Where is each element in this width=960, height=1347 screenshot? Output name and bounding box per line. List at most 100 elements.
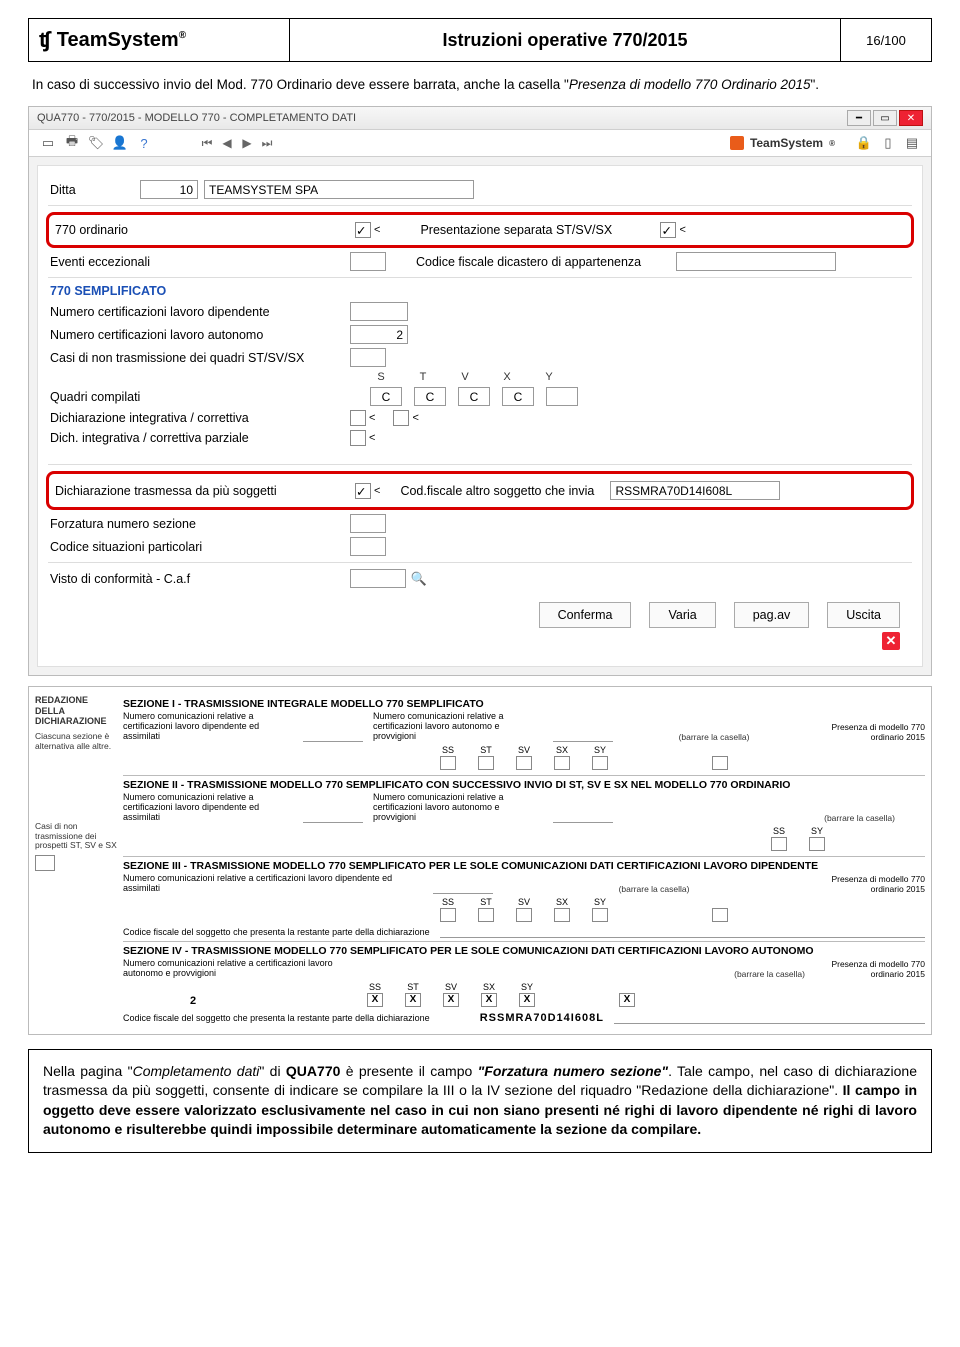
close-button[interactable]: ✕ [899,110,923,126]
intro-italic: Presenza di modello 770 Ordinario 2015 [569,77,811,92]
s2-field-a[interactable] [303,812,363,823]
close-panel-button[interactable]: ✕ [882,632,900,650]
field-quadro-s[interactable]: C [370,387,402,406]
label-eventi-eccezionali: Eventi eccezionali [50,255,350,269]
s1-field-b[interactable] [553,731,613,742]
prev-icon[interactable]: ◀ [219,135,235,151]
field-casi-non-trasm[interactable] [350,348,386,367]
user-icon[interactable]: 👤 [111,134,129,152]
s3-sx[interactable] [554,908,570,922]
s3-sv[interactable] [516,908,532,922]
s1-sx[interactable] [554,756,570,770]
window-titlebar: QUA770 - 770/2015 - MODELLO 770 - COMPLE… [29,107,931,130]
window-controls: ━ ▭ ✕ [847,110,923,126]
s3-st[interactable] [478,908,494,922]
field-ditta-name[interactable]: TEAMSYSTEM SPA [204,180,474,199]
next-icon[interactable]: ▶ [239,135,255,151]
field-quadro-y[interactable] [546,387,578,406]
field-num-cert-aut[interactable]: 2 [350,325,408,344]
s4-sy[interactable]: X [519,993,535,1007]
s3-codfisc-field[interactable] [440,927,925,938]
field-quadro-t[interactable]: C [414,387,446,406]
checkbox-pres-separata[interactable]: ✓ [660,222,676,238]
label-dich-parziale: Dich. integrativa / correttiva parziale [50,431,350,445]
s1-sv[interactable] [516,756,532,770]
sezione-4-title: SEZIONE IV - TRASMISSIONE MODELLO 770 SE… [123,941,925,957]
s1-field-a[interactable] [303,731,363,742]
casi-left-checkbox[interactable] [35,855,55,871]
checkbox-dich-int-1[interactable] [350,410,366,426]
checkbox-dich-parz[interactable] [350,430,366,446]
s1-sy[interactable] [592,756,608,770]
card-icon[interactable]: ▭ [39,134,57,152]
sheet-icon[interactable]: ▤ [903,134,921,152]
minimize-button[interactable]: ━ [847,110,871,126]
s3-pres-box[interactable] [712,908,728,922]
field-codfisc-altro[interactable]: RSSMRA70D14I608L [610,481,780,500]
maximize-button[interactable]: ▭ [873,110,897,126]
app-brand: TeamSystem® [730,136,835,150]
checkbox-770-ordinario[interactable]: ✓ [355,222,371,238]
label-num-cert-aut: Numero certificazioni lavoro autonomo [50,328,350,342]
s4-sx[interactable]: X [481,993,497,1007]
logo-mark-icon: ʧ [39,27,51,53]
field-forzatura[interactable] [350,514,386,533]
checkbox-dich-trasmessa[interactable]: ✓ [355,483,371,499]
field-num-cert-dip[interactable] [350,302,408,321]
button-varia[interactable]: Varia [649,602,715,628]
s4-col: Numero comunicazioni relative a certific… [123,959,373,979]
last-icon[interactable]: ⏭ [259,135,275,151]
s1-col-a: Numero comunicazioni relative a certific… [123,712,293,742]
sezione-1-title: SEZIONE I - TRASMISSIONE INTEGRALE MODEL… [123,698,925,710]
window-title: QUA770 - 770/2015 - MODELLO 770 - COMPLE… [37,112,356,124]
casi-left-label: Casi di non trasmissione dei prospetti S… [35,822,119,851]
button-conferma[interactable]: Conferma [539,602,632,628]
field-codfisc-dicastero[interactable] [676,252,836,271]
s3-field[interactable] [433,883,493,894]
teamsystem-logo: ʧ TeamSystem [39,27,186,53]
s1-pres-box[interactable] [712,756,728,770]
label-forzatura: Forzatura numero sezione [50,517,350,531]
form-screenshot-2: REDAZIONE DELLA DICHIARAZIONE Ciascuna s… [28,686,932,1034]
sezione-2-title: SEZIONE II - TRASMISSIONE MODELLO 770 SE… [123,775,925,791]
lock-icon[interactable]: 🔒 [855,134,873,152]
field-quadro-v[interactable]: C [458,387,490,406]
tag-icon[interactable]: 🏷 [87,134,105,152]
field-quadro-x[interactable]: C [502,387,534,406]
button-uscita[interactable]: Uscita [827,602,900,628]
s3-ss[interactable] [440,908,456,922]
form-panel: Ditta 10 TEAMSYSTEM SPA 770 ordinario ✓<… [37,165,923,667]
s4-pres-box[interactable]: X [619,993,635,1007]
redazione-title: REDAZIONE DELLA DICHIARAZIONE [35,695,119,726]
callout-box: Nella pagina "Completamento dati" di QUA… [28,1049,932,1153]
field-visto[interactable] [350,569,406,588]
label-casi-non-trasm: Casi di non trasmissione dei quadri ST/S… [50,351,350,365]
field-ditta-number[interactable]: 10 [140,180,198,199]
checkbox-dich-int-2[interactable] [393,410,409,426]
s4-value: 2 [123,995,263,1007]
letters-row: S T V X Y [370,371,910,383]
page-icon[interactable]: ▯ [879,134,897,152]
s2-ss[interactable] [771,837,787,851]
s4-ss[interactable]: X [367,993,383,1007]
first-icon[interactable]: ⏮ [199,135,215,151]
s4-sv[interactable]: X [443,993,459,1007]
label-codfisc-altro: Cod.fiscale altro soggetto che invia [400,484,610,498]
label-quadri-compilati: Quadri compilati [50,390,350,404]
field-eventi[interactable] [350,252,386,271]
s1-st[interactable] [478,756,494,770]
s2-field-b[interactable] [553,812,613,823]
print-icon[interactable]: 🖶 [63,134,81,152]
button-pag-av[interactable]: pag.av [734,602,810,628]
s4-st[interactable]: X [405,993,421,1007]
s3-sy[interactable] [592,908,608,922]
label-num-cert-dip: Numero certificazioni lavoro dipendente [50,305,350,319]
section-770-semplificato: 770 SEMPLIFICATO [50,284,910,298]
s2-sy[interactable] [809,837,825,851]
field-cod-situazioni[interactable] [350,537,386,556]
help-icon[interactable]: ? [135,134,153,152]
search-icon[interactable]: 🔍 [410,570,428,588]
s1-barrare: (barrare la casella) [623,732,805,742]
s1-ss[interactable] [440,756,456,770]
logo-cell: ʧ TeamSystem [29,19,290,61]
